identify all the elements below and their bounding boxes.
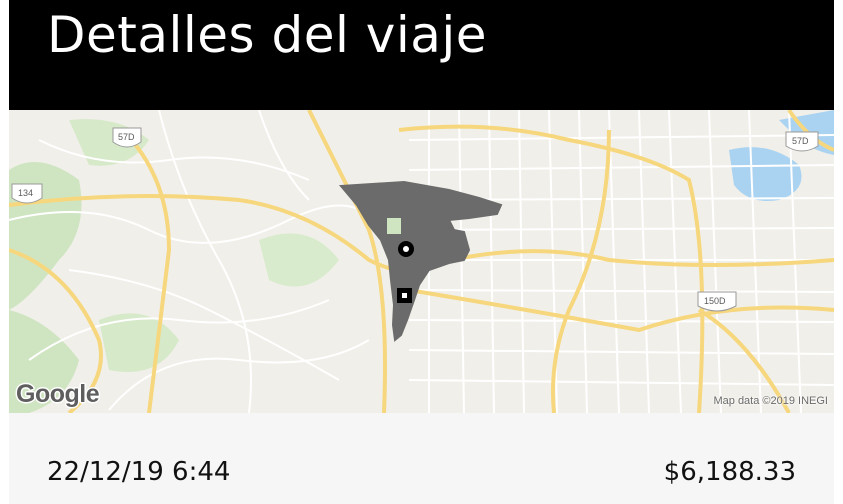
map-canvas: 57D 134 57D 150D — [9, 110, 834, 413]
road-shield-icon: 150D — [697, 291, 737, 312]
road-shield-label: 57D — [118, 132, 135, 142]
app-header: Detalles del viaje — [9, 0, 834, 110]
page-title: Detalles del viaje — [47, 6, 488, 64]
road-shield-icon: 57D — [785, 131, 819, 152]
trip-price: $6,188.33 — [663, 457, 796, 487]
start-marker-icon — [398, 241, 414, 257]
park-area — [259, 233, 339, 287]
trip-map[interactable]: 57D 134 57D 150D Google Map data ©2019 I… — [9, 110, 834, 413]
road-shield-icon: 57D — [112, 127, 142, 148]
road-shield-label: 150D — [704, 296, 726, 306]
map-attribution[interactable]: Map data ©2019 INEGI — [713, 395, 828, 407]
trip-datetime: 22/12/19 6:44 — [47, 457, 231, 487]
road-shield-icon: 134 — [11, 183, 43, 204]
trip-summary-row[interactable]: 22/12/19 6:44 $6,188.33 — [9, 413, 834, 504]
park-inside-route — [387, 218, 401, 234]
google-logo: Google — [16, 380, 100, 408]
right-margin — [834, 0, 843, 504]
left-margin — [0, 0, 9, 504]
road-shield-label: 57D — [792, 136, 809, 146]
road-shield-label: 134 — [18, 188, 33, 198]
end-marker-icon — [397, 288, 412, 303]
